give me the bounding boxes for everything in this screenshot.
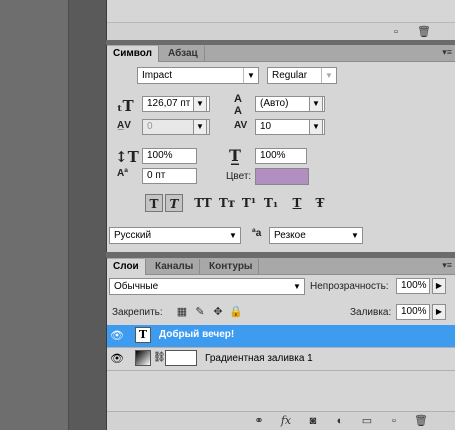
chevron-down-icon: ▼ — [243, 68, 258, 83]
opacity-slider-button[interactable]: ▶ — [432, 278, 446, 294]
chevron-down-icon: ▼ — [321, 68, 336, 83]
font-family-select[interactable]: Impact ▼ — [137, 67, 259, 84]
opacity-label: Непрозрачность: — [310, 281, 389, 292]
toolbar-strip — [68, 0, 107, 430]
font-size-icon: ₜT — [117, 97, 134, 115]
eye-icon[interactable]: 👁 — [110, 352, 124, 366]
style-buttons: T T TT Tт T¹ T₁ T Ŧ — [107, 194, 455, 214]
layers-panel: Слои Каналы Контуры ▾≡ Обычные ▼ Непрозр… — [106, 258, 455, 430]
small-caps-button[interactable]: Tт — [218, 194, 236, 212]
tab-character[interactable]: Символ — [107, 46, 159, 62]
chevron-down-icon: ▼ — [293, 282, 301, 291]
layer-row-gradient[interactable]: 👁 ⛓ Градиентная заливка 1 — [107, 348, 455, 371]
faux-italic-button[interactable]: T — [165, 194, 183, 212]
kerning-value: 0 — [147, 121, 153, 132]
font-style-value: Regular — [272, 70, 308, 81]
color-label: Цвет: — [226, 171, 252, 182]
lock-transparency-icon[interactable]: ▦ — [175, 305, 189, 319]
antialias-value: Резкое — [274, 230, 306, 241]
antialias-select[interactable]: Резкое ▼ — [269, 227, 363, 244]
tracking-value: 10 — [260, 121, 272, 132]
leading-dropdown[interactable]: ▼ — [309, 96, 323, 112]
lock-pixels-icon[interactable]: ✎ — [193, 305, 207, 319]
layer-name[interactable]: Градиентная заливка 1 — [205, 353, 313, 364]
layer-name[interactable]: Добрый вечер! — [159, 329, 234, 340]
trash-icon[interactable]: 🗑 — [417, 25, 431, 39]
all-caps-button[interactable]: TT — [194, 194, 212, 212]
superscript-button[interactable]: T¹ — [240, 194, 258, 212]
layer-row-text[interactable]: 👁 T Добрый вечер! — [107, 325, 455, 348]
vertical-scale-icon: ↕T — [115, 148, 139, 166]
canvas-area — [0, 0, 68, 430]
lock-all-icon[interactable]: 🔒 — [229, 305, 243, 319]
new-group-icon[interactable]: ▭ — [360, 414, 374, 428]
font-size-value: 126,07 пт — [147, 98, 191, 109]
lock-label: Закрепить: — [112, 307, 163, 318]
tab-channels[interactable]: Каналы — [149, 259, 201, 274]
panel-menu-icon[interactable]: ▾≡ — [442, 260, 452, 271]
layers-tabbar: Слои Каналы Контуры ▾≡ — [107, 258, 455, 275]
font-size-dropdown[interactable]: ▼ — [193, 96, 207, 112]
underline-button[interactable]: T — [288, 194, 306, 212]
language-value: Русский — [114, 230, 152, 241]
leading-value: (Авто) — [260, 98, 289, 109]
add-mask-icon[interactable]: ◙ — [306, 414, 320, 428]
fill-slider-button[interactable]: ▶ — [432, 304, 446, 320]
vertical-scale-field[interactable]: 100% — [142, 148, 197, 164]
lock-position-icon[interactable]: ✥ — [211, 305, 225, 319]
horizontal-scale-icon: T̲ — [229, 146, 241, 165]
chevron-down-icon: ▼ — [229, 231, 237, 240]
horizontal-scale-value: 100% — [260, 150, 286, 161]
font-style-select[interactable]: Regular ▼ — [267, 67, 337, 84]
tab-layers[interactable]: Слои — [107, 259, 146, 275]
new-layer-icon[interactable]: ▫ — [387, 414, 401, 428]
leading-icon: AA — [234, 93, 242, 117]
kerning-dropdown[interactable]: ▼ — [193, 119, 207, 135]
fill-label: Заливка: — [350, 307, 392, 318]
layer-mask-thumb — [165, 350, 197, 366]
faux-bold-button[interactable]: T — [145, 194, 163, 212]
baseline-shift-icon: Aª — [117, 168, 128, 179]
kerning-icon: A̲V — [117, 120, 131, 131]
eye-icon[interactable]: 👁 — [110, 329, 124, 343]
text-color-swatch[interactable] — [255, 168, 309, 185]
antialias-icon: ªa — [252, 228, 262, 239]
top-panel-footer: ▫ 🗑 — [107, 22, 455, 41]
blend-mode-value: Обычные — [114, 281, 159, 292]
layers-bottom-bar: ⚭ fx ◙ ◐ ▭ ▫ 🗑 — [107, 411, 455, 430]
tracking-dropdown[interactable]: ▼ — [309, 119, 323, 135]
vertical-scale-value: 100% — [147, 150, 173, 161]
horizontal-scale-field[interactable]: 100% — [255, 148, 307, 164]
opacity-value: 100% — [401, 280, 427, 291]
language-select[interactable]: Русский ▼ — [109, 227, 241, 244]
link-layers-icon[interactable]: ⚭ — [252, 414, 266, 428]
tracking-icon: AV — [234, 120, 248, 131]
tab-paths[interactable]: Контуры — [203, 259, 260, 274]
fill-field[interactable]: 100% — [396, 304, 430, 320]
fx-icon[interactable]: fx — [279, 414, 293, 428]
opacity-field[interactable]: 100% — [396, 278, 430, 294]
adjustment-layer-icon[interactable]: ◐ — [333, 414, 347, 428]
strikethrough-button[interactable]: Ŧ — [311, 194, 329, 212]
tab-paragraph[interactable]: Абзац — [162, 46, 205, 61]
character-panel: Символ Абзац ▾≡ Impact ▼ Regular ▼ ₜT 12… — [106, 45, 455, 252]
gradient-thumb-icon — [135, 350, 151, 366]
subscript-button[interactable]: T₁ — [262, 194, 280, 212]
new-item-icon[interactable]: ▫ — [389, 25, 403, 39]
blend-mode-select[interactable]: Обычные ▼ — [109, 278, 305, 295]
character-tabbar: Символ Абзац ▾≡ — [107, 45, 455, 62]
text-layer-thumb-icon: T — [135, 327, 151, 343]
fill-value: 100% — [401, 306, 427, 317]
baseline-shift-value: 0 пт — [147, 170, 166, 181]
chain-link-icon[interactable]: ⛓ — [153, 352, 166, 363]
baseline-shift-field[interactable]: 0 пт — [142, 168, 197, 184]
trash-icon[interactable]: 🗑 — [414, 414, 428, 428]
panel-menu-icon[interactable]: ▾≡ — [442, 47, 452, 58]
top-panel: ▫ 🗑 — [106, 0, 455, 41]
chevron-down-icon: ▼ — [351, 231, 359, 240]
font-family-value: Impact — [142, 70, 173, 81]
